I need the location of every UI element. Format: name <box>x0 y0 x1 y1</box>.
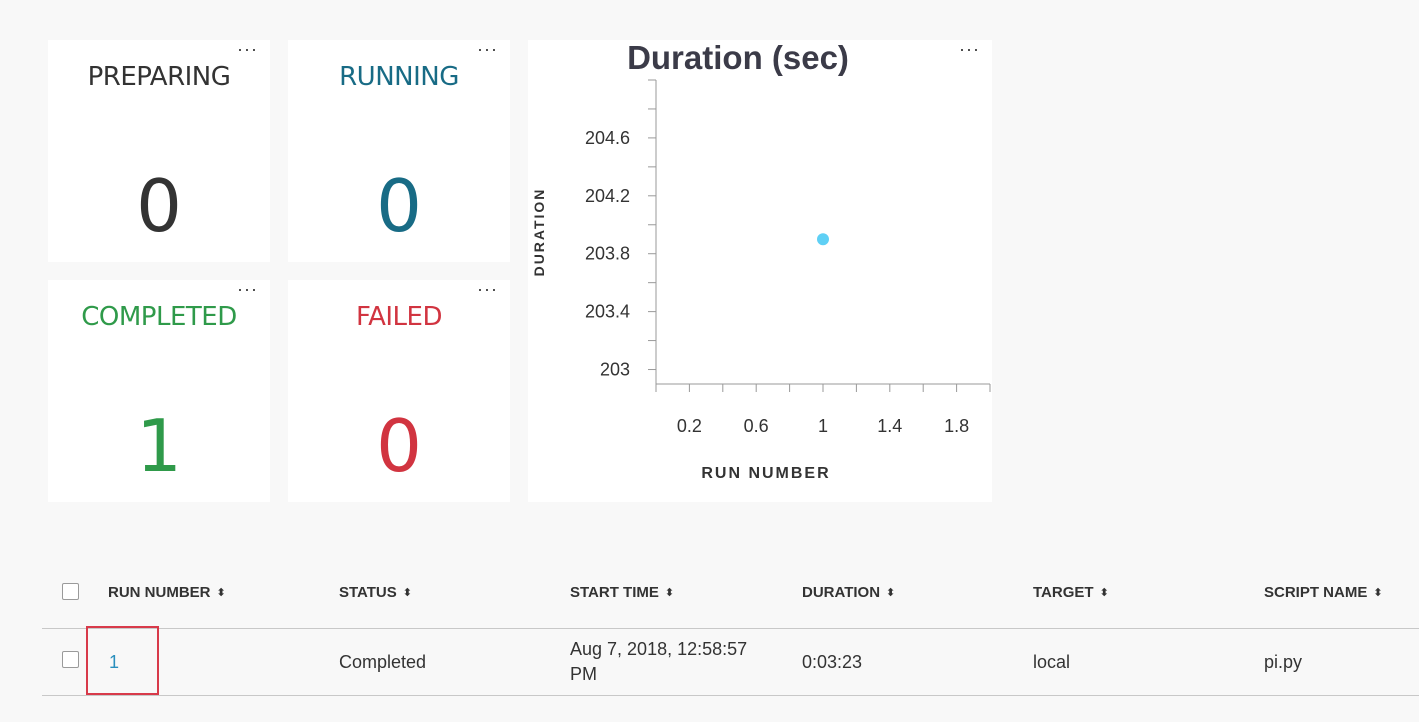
x-tick-label: 1.8 <box>944 416 969 436</box>
y-tick-label: 204.6 <box>585 128 630 148</box>
tile-completed-label: COMPLETED <box>81 302 237 332</box>
tile-completed-count: 1 <box>136 404 182 488</box>
chart-title: Duration (sec) <box>627 40 849 76</box>
more-options-icon[interactable]: ··· <box>477 40 498 58</box>
tile-preparing-count: 0 <box>136 164 182 248</box>
column-header-status[interactable]: STATUS ⬍ <box>339 584 412 601</box>
start-time-line1: Aug 7, 2018, 12:58:57 <box>570 639 748 659</box>
run-number-link[interactable]: 1 <box>109 652 119 672</box>
sort-icon: ⬍ <box>1373 587 1383 599</box>
duration-chart-card: ··· Duration (sec) 203 203.4 203.8 204.2 204.… <box>528 40 992 502</box>
highlight-box <box>86 626 159 695</box>
cell-target: local <box>1033 652 1071 672</box>
column-header-duration[interactable]: DURATION ⬍ <box>802 584 895 601</box>
more-options-icon[interactable]: ··· <box>477 280 498 298</box>
more-options-icon[interactable]: ··· <box>237 40 258 58</box>
y-axis-label: DURATION <box>531 188 547 277</box>
x-tick-label: 1.4 <box>877 416 902 436</box>
cell-duration: 0:03:23 <box>802 652 863 672</box>
data-point <box>817 233 829 246</box>
sort-icon: ⬍ <box>402 587 412 599</box>
tile-preparing: ··· PREPARING 0 <box>48 40 270 262</box>
sort-icon: ⬍ <box>886 587 896 599</box>
x-tick-label: 0.2 <box>677 416 702 436</box>
sort-icon: ⬍ <box>664 587 675 599</box>
tile-failed-count: 0 <box>376 404 422 488</box>
cell-script-name: pi.py <box>1264 652 1303 672</box>
cell-start-time: Aug 7, 2018, 12:58:57 PM <box>570 637 747 687</box>
tile-running-label: RUNNING <box>339 62 459 92</box>
y-tick-label: 203.8 <box>585 244 630 264</box>
x-tick-label: 0.6 <box>744 416 769 436</box>
x-tick-label: 1 <box>818 416 828 436</box>
select-all-checkbox[interactable] <box>62 583 79 600</box>
table-row[interactable]: 1 Completed Aug 7, 2018, 12:58:57 PM 0:0… <box>42 626 1419 696</box>
duration-chart: Duration (sec) 203 203.4 203.8 204.2 204.6 0.2… <box>531 40 991 482</box>
tile-completed: ··· COMPLETED 1 <box>48 280 270 502</box>
cell-run-number: 1 <box>109 652 119 673</box>
row-select-checkbox[interactable] <box>62 651 79 668</box>
sort-icon: ⬍ <box>216 587 226 599</box>
tile-failed: ··· FAILED 0 <box>288 280 510 502</box>
x-axis-label: RUN NUMBER <box>701 465 830 482</box>
sort-icon: ⬍ <box>1099 587 1109 599</box>
column-header-target[interactable]: TARGET ⬍ <box>1033 584 1109 601</box>
more-options-icon[interactable]: ··· <box>237 280 258 298</box>
table-header: RUN NUMBER ⬍ STATUS ⬍ START TIME ⬍ DURATION… <box>42 558 1419 629</box>
start-time-line2: PM <box>570 664 597 684</box>
tile-running: ··· RUNNING 0 <box>288 40 510 262</box>
cell-status: Completed <box>339 652 427 672</box>
y-tick-label: 203 <box>600 360 630 380</box>
tile-failed-label: FAILED <box>356 302 442 332</box>
tile-preparing-label: PREPARING <box>87 62 231 92</box>
column-header-run-number[interactable]: RUN NUMBER ⬍ <box>108 584 226 601</box>
y-tick-label: 203.4 <box>585 302 630 322</box>
y-tick-label: 204.2 <box>585 186 630 206</box>
column-header-start-time[interactable]: START TIME ⬍ <box>570 584 674 601</box>
column-header-script-name[interactable]: SCRIPT NAME ⬍ <box>1264 584 1383 601</box>
tile-running-count: 0 <box>376 164 422 248</box>
